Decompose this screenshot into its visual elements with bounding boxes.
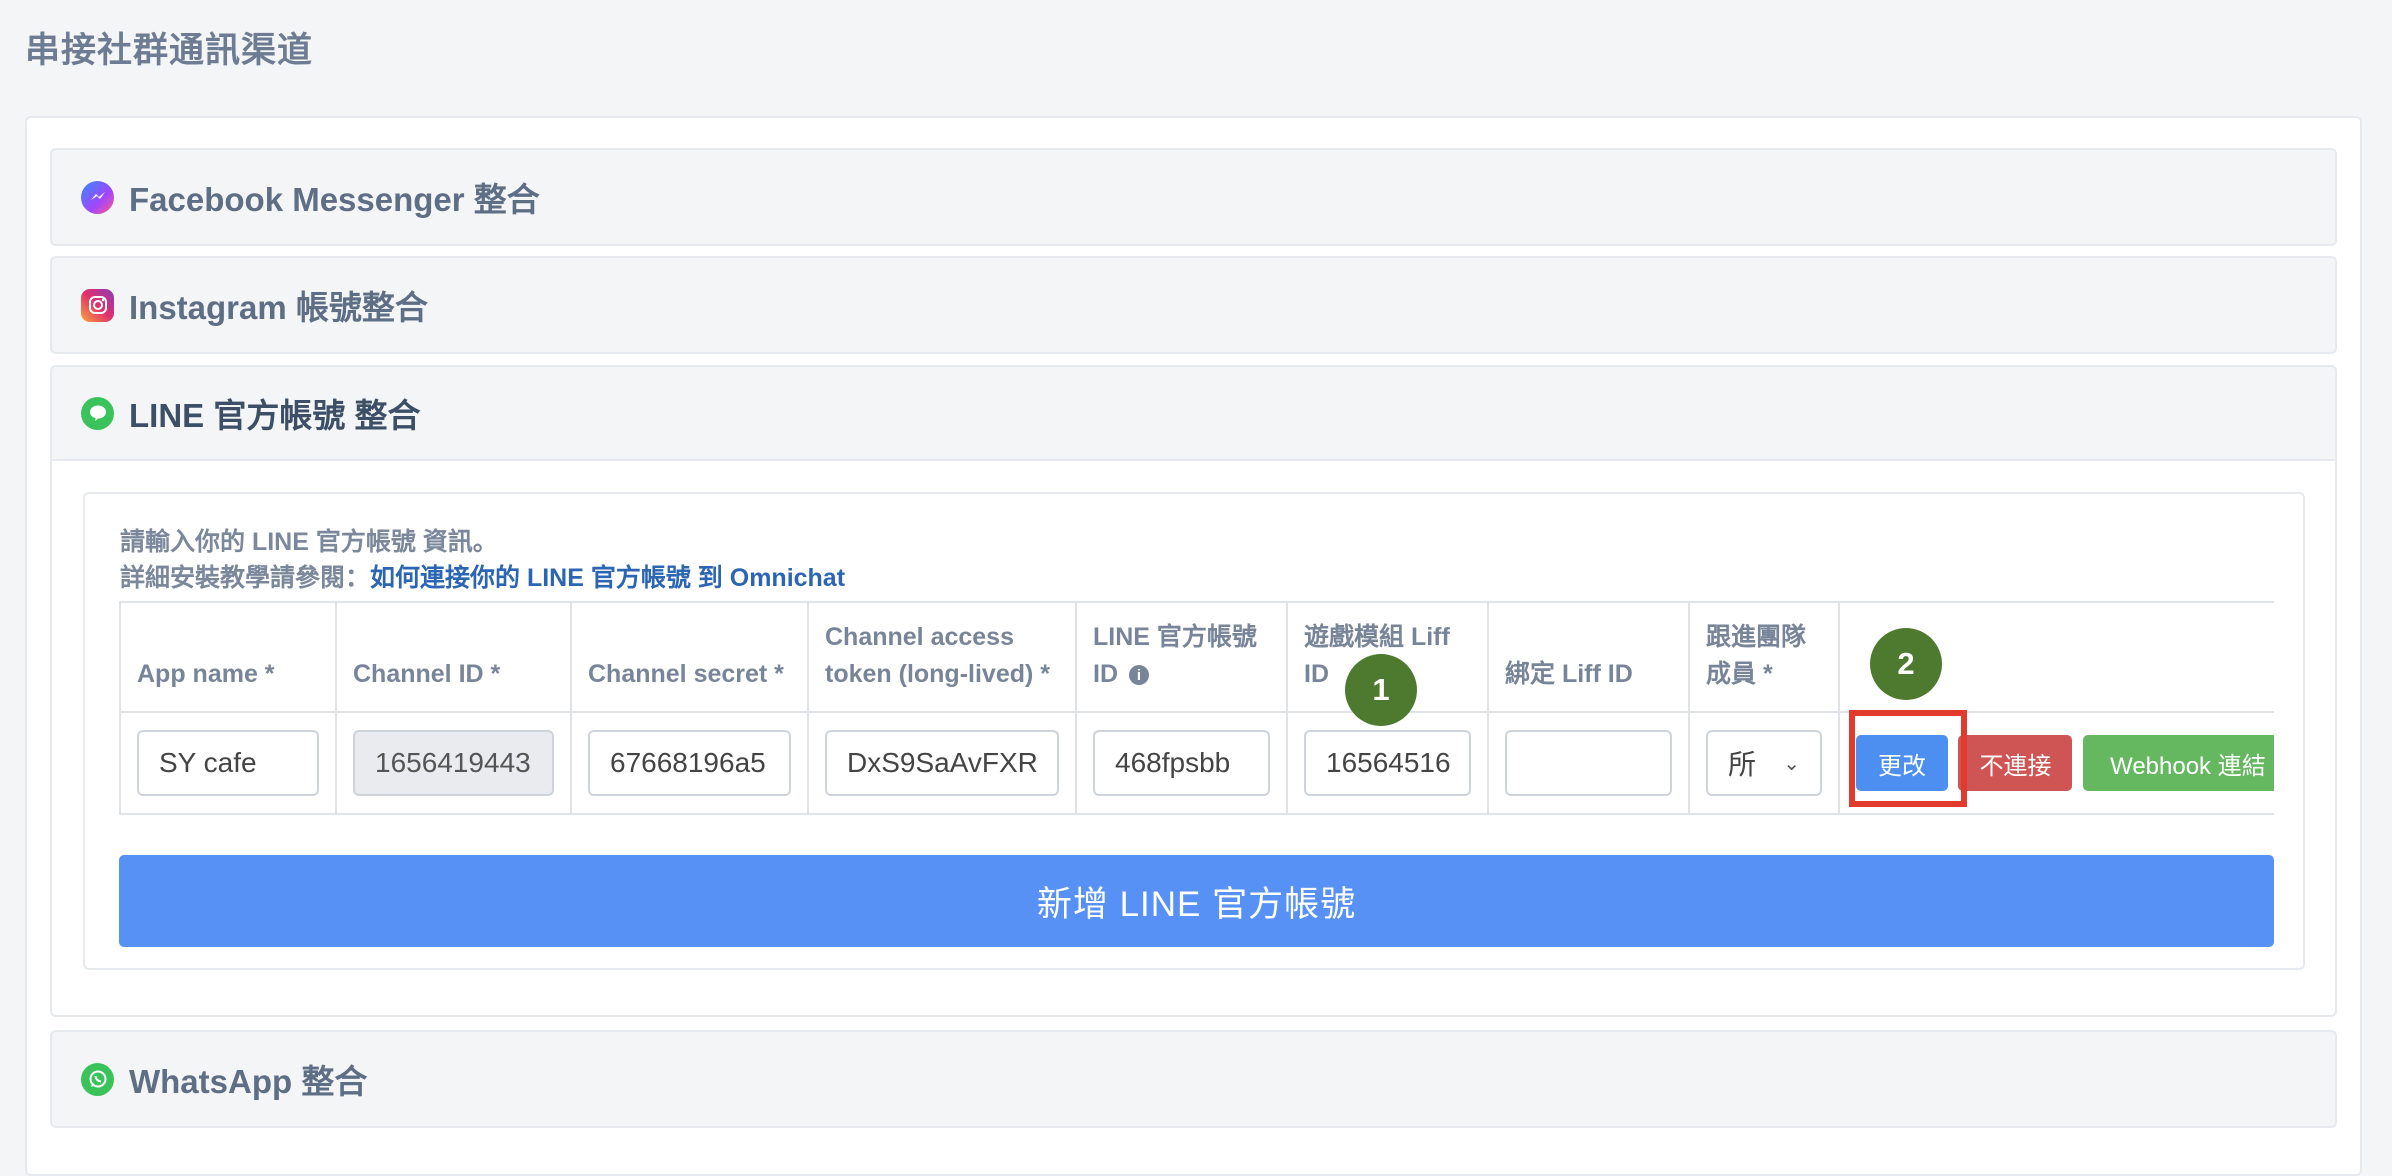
chevron-down-icon: ⌄ xyxy=(1783,752,1800,775)
add-line-account-button[interactable]: 新增 LINE 官方帳號 xyxy=(119,855,2274,947)
col-access-token: Channel access token (long-lived) * xyxy=(807,601,1077,713)
instagram-panel-header[interactable]: Instagram 帳號整合 xyxy=(50,256,2337,354)
facebook-panel-title: Facebook Messenger 整合 xyxy=(129,181,540,218)
facebook-panel-header[interactable]: Facebook Messenger 整合 xyxy=(50,148,2337,246)
col-bind-liff-id: 綁定 Liff ID xyxy=(1487,601,1690,713)
step-badge-1: 1 xyxy=(1345,654,1417,726)
line-panel-header[interactable]: LINE 官方帳號 整合 xyxy=(50,365,2337,461)
col-channel-secret: Channel secret * xyxy=(570,601,809,713)
tutorial-prefix: 詳細安裝教學請參閱： xyxy=(120,564,371,592)
messenger-icon xyxy=(81,180,114,214)
app-name-input[interactable]: SY cafe xyxy=(137,730,319,796)
access-token-input[interactable]: DxS9SaAvFXR xyxy=(825,730,1059,796)
info-icon[interactable]: i xyxy=(1128,665,1149,686)
col-app-name: App name * xyxy=(119,601,337,713)
team-member-value: 所 xyxy=(1728,749,1757,780)
step-badge-2: 2 xyxy=(1870,628,1942,700)
channel-id-input: 1656419443 xyxy=(353,730,554,796)
channel-secret-input[interactable]: 67668196a5 xyxy=(588,730,791,796)
game-liff-id-input[interactable]: 16564516 xyxy=(1304,730,1471,796)
col-official-id: LINE 官方帳號 ID i xyxy=(1075,601,1288,713)
webhook-link-button[interactable]: Webhook 連結 xyxy=(2082,735,2274,791)
instagram-icon xyxy=(81,288,114,322)
whatsapp-panel-header[interactable]: WhatsApp 整合 xyxy=(50,1030,2337,1128)
col-channel-id: Channel ID * xyxy=(335,601,572,713)
line-icon xyxy=(81,396,114,430)
disconnect-button[interactable]: 不連接 xyxy=(1958,735,2073,791)
line-panel-title: LINE 官方帳號 整合 xyxy=(129,397,421,434)
whatsapp-icon xyxy=(81,1062,114,1096)
tutorial-link[interactable]: 如何連接你的 LINE 官方帳號 到 Omnichat xyxy=(370,564,845,592)
whatsapp-panel-title: WhatsApp 整合 xyxy=(129,1063,368,1100)
table-header-row: App name * Channel ID * Channel secret *… xyxy=(119,601,2274,713)
bind-liff-id-input[interactable] xyxy=(1505,730,1672,796)
line-tutorial-text: 詳細安裝教學請參閱：如何連接你的 LINE 官方帳號 到 Omnichat xyxy=(120,558,845,594)
page-title: 串接社群通訊渠道 xyxy=(25,31,314,70)
team-member-select[interactable]: 所 ⌄ xyxy=(1706,730,1822,796)
line-panel: LINE 官方帳號 整合 請輸入你的 LINE 官方帳號 資訊。 詳細安裝教學請… xyxy=(50,365,2337,1017)
update-button-highlight xyxy=(1849,710,1967,807)
col-team-member: 跟進團隊成員 * xyxy=(1688,601,1840,713)
col-official-id-label: LINE 官方帳號 ID xyxy=(1093,623,1257,688)
line-intro-text: 請輸入你的 LINE 官方帳號 資訊。 xyxy=(120,528,498,556)
official-id-input[interactable]: 468fpsbb xyxy=(1093,730,1270,796)
instagram-panel-title: Instagram 帳號整合 xyxy=(129,289,428,326)
line-form-card: 請輸入你的 LINE 官方帳號 資訊。 詳細安裝教學請參閱：如何連接你的 LIN… xyxy=(83,492,2305,970)
